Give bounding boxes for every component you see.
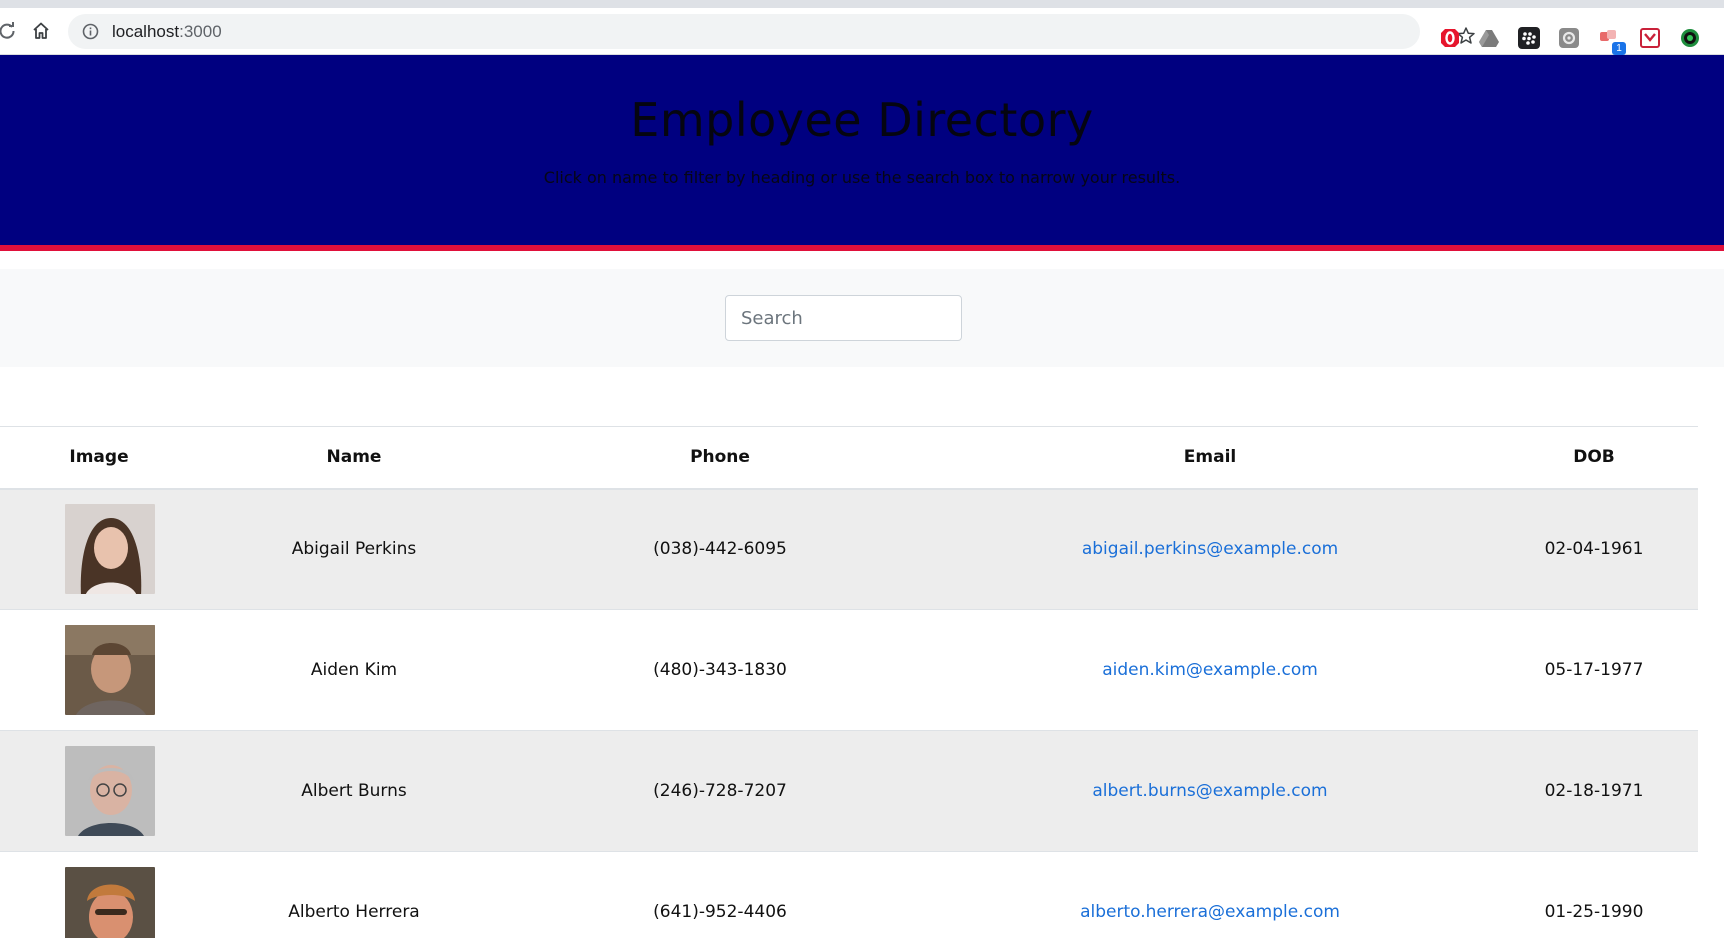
- reload-icon[interactable]: [0, 18, 20, 44]
- browser-tab-strip: [0, 0, 1724, 8]
- url-text[interactable]: localhost:3000: [112, 22, 222, 42]
- email-cell: alberto.herrera@example.com: [930, 851, 1490, 938]
- drive-extension-icon[interactable]: [1478, 27, 1500, 49]
- email-cell: albert.burns@example.com: [930, 730, 1490, 852]
- image-cell: [0, 609, 198, 731]
- email-cell: abigail.perkins@example.com: [930, 488, 1490, 610]
- email-link[interactable]: abigail.perkins@example.com: [1082, 539, 1338, 559]
- phone-cell: (246)-728-7207: [510, 730, 930, 852]
- table-row: Alberto Herrera (641)-952-4406 alberto.h…: [0, 851, 1698, 938]
- employee-photo: [65, 504, 155, 595]
- column-header-image[interactable]: Image: [0, 426, 198, 490]
- phone-cell: (038)-442-6095: [510, 488, 930, 610]
- page-title: Employee Directory: [630, 93, 1094, 147]
- page-header: Employee Directory Click on name to filt…: [0, 55, 1724, 251]
- image-cell: [0, 488, 198, 610]
- column-header-email[interactable]: Email: [930, 426, 1490, 490]
- employee-photo: [65, 867, 155, 938]
- dob-cell: 02-18-1971: [1490, 730, 1698, 852]
- employee-photo: [65, 746, 155, 836]
- column-header-phone[interactable]: Phone: [510, 426, 930, 490]
- employee-photo: [65, 625, 155, 715]
- image-cell: [0, 730, 198, 852]
- search-section: [0, 269, 1724, 367]
- name-cell: Alberto Herrera: [198, 851, 510, 938]
- home-icon[interactable]: [28, 18, 54, 44]
- email-link[interactable]: alberto.herrera@example.com: [1080, 902, 1340, 922]
- name-cell: Aiden Kim: [198, 609, 510, 731]
- url-host: localhost: [112, 22, 180, 41]
- phone-cell: (480)-343-1830: [510, 609, 930, 731]
- puzzle-extension-icon[interactable]: 1: [1598, 27, 1626, 55]
- table-row: Albert Burns (246)-728-7207 albert.burns…: [0, 730, 1698, 852]
- table-row: Aiden Kim (480)-343-1830 aiden.kim@examp…: [0, 609, 1698, 731]
- extension-badge: 1: [1612, 42, 1626, 55]
- table-header-row: Image Name Phone Email DOB: [0, 426, 1698, 490]
- employee-table-container: Image Name Phone Email DOB Abigail Perki…: [0, 426, 1698, 938]
- column-header-name[interactable]: Name: [198, 426, 510, 490]
- image-cell: [0, 851, 198, 938]
- url-port: :3000: [179, 22, 222, 41]
- gear-extension-icon[interactable]: [1558, 27, 1580, 49]
- search-input[interactable]: [725, 295, 962, 341]
- column-header-dob[interactable]: DOB: [1490, 426, 1698, 490]
- email-link[interactable]: albert.burns@example.com: [1092, 781, 1327, 801]
- name-cell: Abigail Perkins: [198, 488, 510, 610]
- record-extension-icon[interactable]: [1679, 27, 1701, 49]
- dob-cell: 02-04-1961: [1490, 488, 1698, 610]
- page-subtitle: Click on name to filter by heading or us…: [543, 168, 1181, 187]
- dob-cell: 05-17-1977: [1490, 609, 1698, 731]
- save-extension-icon[interactable]: [1639, 27, 1661, 49]
- name-cell: Albert Burns: [198, 730, 510, 852]
- address-bar[interactable]: localhost:3000: [68, 14, 1475, 49]
- email-link[interactable]: aiden.kim@example.com: [1102, 660, 1318, 680]
- browser-toolbar: localhost:3000 1: [0, 8, 1724, 55]
- email-cell: aiden.kim@example.com: [930, 609, 1490, 731]
- dob-cell: 01-25-1990: [1490, 851, 1698, 938]
- info-icon[interactable]: [82, 23, 99, 40]
- phone-cell: (641)-952-4406: [510, 851, 930, 938]
- employee-table: Image Name Phone Email DOB Abigail Perki…: [0, 426, 1698, 938]
- opera-extension-icon[interactable]: [1439, 27, 1461, 49]
- table-row: Abigail Perkins (038)-442-6095 abigail.p…: [0, 488, 1698, 610]
- blackberry-extension-icon[interactable]: [1518, 27, 1540, 49]
